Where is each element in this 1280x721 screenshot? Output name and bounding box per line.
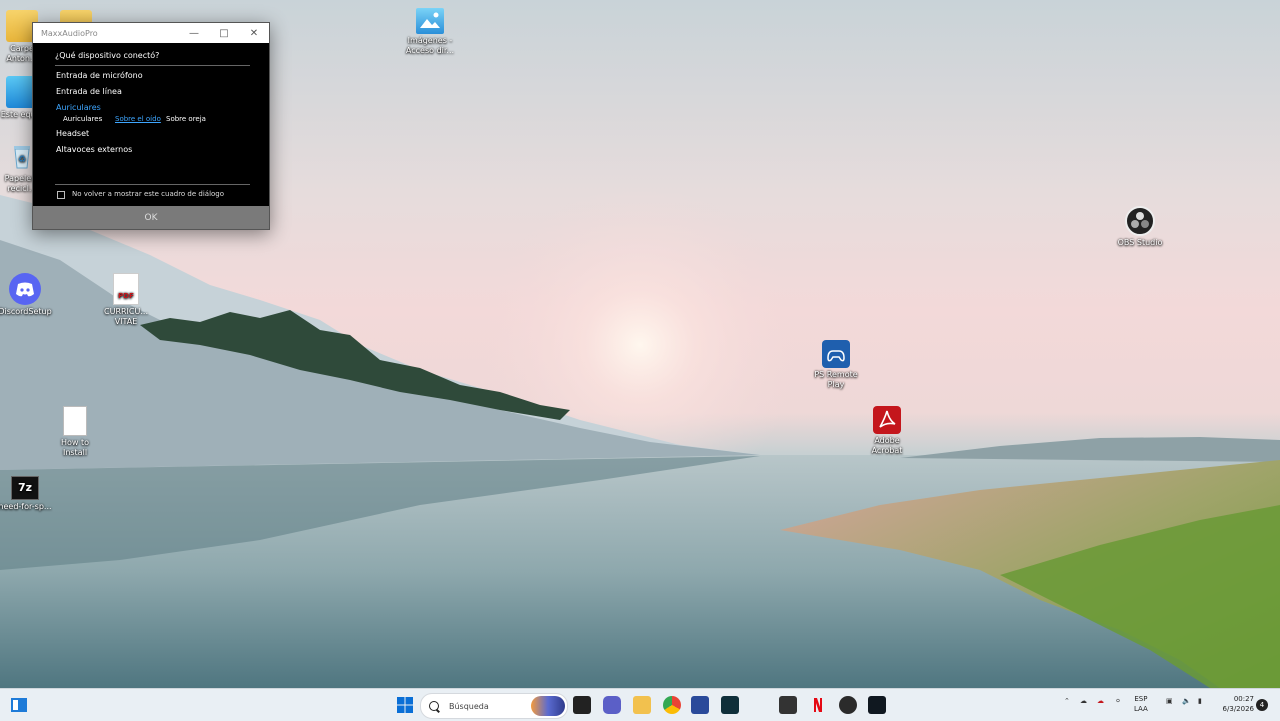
icon-label: Adobe Acrobat — [871, 436, 903, 455]
start-button[interactable] — [396, 696, 414, 714]
search-icon — [429, 701, 439, 711]
icon-label: How to Install — [60, 438, 90, 457]
dialog-titlebar[interactable]: MaxxAudioPro — □ ✕ — [33, 23, 269, 43]
clock-time: 00:27 — [1233, 695, 1254, 703]
icon-label: PS Remote Play — [814, 370, 858, 389]
close-icon: ✕ — [249, 27, 259, 39]
close-button[interactable]: ✕ — [239, 23, 269, 43]
image-folder-icon — [416, 8, 444, 34]
svg-text:♻: ♻ — [18, 155, 26, 165]
show-hidden-icons-button[interactable]: ⌃ — [1064, 697, 1070, 705]
maximize-button[interactable]: □ — [209, 23, 239, 43]
pdf-file-icon: PDF — [113, 273, 139, 305]
discord-icon — [9, 273, 41, 305]
search-placeholder: Búsqueda — [449, 701, 489, 711]
7zip-archive-icon: 7z — [11, 476, 39, 500]
file-explorer-button[interactable] — [633, 696, 651, 714]
dont-show-again-label: No volver a mostrar este cuadro de diálo… — [72, 190, 225, 198]
suboption-over-ear[interactable]: Sobre el oído — [115, 115, 161, 123]
dialog-question: ¿Qué dispositivo conectó? — [55, 51, 160, 60]
dont-show-again-checkbox[interactable] — [57, 191, 65, 199]
widgets-button[interactable] — [10, 696, 28, 714]
taskbar-search[interactable]: Búsqueda — [420, 693, 568, 719]
maxxaudiopro-dialog: MaxxAudioPro — □ ✕ ¿Qué dispositivo cone… — [32, 22, 270, 230]
desktop-icon-need-for-speed[interactable]: 7z need-for-sp... — [0, 476, 61, 512]
desktop: Carpe Anton... Este equ... ♻ Papelera re… — [0, 0, 1280, 688]
language-indicator[interactable]: ESP LAA — [1134, 694, 1148, 714]
onedrive-icon[interactable]: ☁ — [1080, 697, 1087, 705]
dialog-title: MaxxAudioPro — [41, 28, 98, 38]
cloud-sync-icon[interactable]: ☁ — [1097, 697, 1104, 705]
search-highlight-image — [531, 696, 565, 716]
minimize-button[interactable]: — — [179, 23, 209, 43]
task-view-button[interactable] — [573, 696, 591, 714]
option-line-input[interactable]: Entrada de línea — [56, 87, 122, 96]
network-icon[interactable]: ▣ — [1166, 697, 1173, 705]
acrobat-icon — [873, 406, 901, 434]
divider — [55, 184, 250, 185]
app-button-3[interactable] — [779, 696, 797, 714]
netflix-button[interactable] — [809, 696, 827, 714]
option-headphones[interactable]: Auriculares — [56, 103, 101, 112]
ps-remote-play-icon — [822, 340, 850, 368]
keyboard-layout: LAA — [1134, 705, 1148, 713]
desktop-icon-imagenes-shortcut[interactable]: Imágenes - Acceso dir... — [394, 8, 466, 56]
clock-date: 6/3/2026 — [1222, 705, 1254, 713]
desktop-icon-obs-studio[interactable]: OBS Studio — [1104, 206, 1176, 248]
icon-label: DiscordSetup — [0, 307, 52, 316]
maximize-icon: □ — [219, 27, 229, 39]
desktop-icon-discordsetup[interactable]: DiscordSetup — [0, 273, 61, 317]
icon-label: need-for-sp... — [0, 502, 52, 511]
chevron-up-icon: ⌃ — [1064, 697, 1070, 705]
microphone-icon[interactable]: ⚪ — [1115, 697, 1121, 705]
app-button-1[interactable] — [691, 696, 709, 714]
option-microphone-input[interactable]: Entrada de micrófono — [56, 71, 143, 80]
battery-icon[interactable]: ▮ — [1198, 697, 1202, 705]
taskbar: Búsqueda ⌃ ☁ ☁ ⚪ ESP LAA ▣ 🔈 ▮ 00:27 6/3… — [0, 688, 1280, 721]
divider — [55, 65, 250, 66]
minimize-icon: — — [189, 27, 199, 39]
teams-chat-button[interactable] — [603, 696, 621, 714]
notification-badge[interactable]: 4 — [1256, 699, 1268, 711]
desktop-icon-curriculum[interactable]: PDF CURRICU... VITAE — [90, 273, 162, 327]
windows-start-icon — [397, 697, 413, 713]
app-button-5[interactable] — [868, 696, 886, 714]
chrome-button[interactable] — [663, 696, 681, 714]
icon-label: CURRICU... VITAE — [104, 307, 148, 326]
netflix-icon — [814, 698, 822, 712]
text-file-icon — [63, 406, 87, 436]
ok-button[interactable]: OK — [33, 206, 269, 229]
clock[interactable]: 00:27 6/3/2026 — [1214, 694, 1254, 714]
app-button-2[interactable] — [721, 696, 739, 714]
widgets-icon — [11, 698, 27, 712]
desktop-icon-ps-remote-play[interactable]: PS Remote Play — [800, 340, 872, 390]
desktop-icon-how-to-install[interactable]: How to Install — [39, 406, 111, 458]
option-external-speakers[interactable]: Altavoces externos — [56, 145, 132, 154]
option-headset[interactable]: Headset — [56, 129, 89, 138]
app-button-4[interactable] — [839, 696, 857, 714]
obs-icon — [1125, 206, 1155, 236]
suboption-headphones[interactable]: Auriculares — [63, 115, 102, 123]
desktop-icon-adobe-acrobat[interactable]: Adobe Acrobat — [851, 406, 923, 456]
suboption-on-ear[interactable]: Sobre oreja — [166, 115, 206, 123]
language-code: ESP — [1134, 695, 1148, 703]
icon-label: OBS Studio — [1117, 238, 1163, 247]
volume-icon[interactable]: 🔈 — [1182, 697, 1191, 705]
icon-label: Imágenes - Acceso dir... — [405, 36, 455, 55]
